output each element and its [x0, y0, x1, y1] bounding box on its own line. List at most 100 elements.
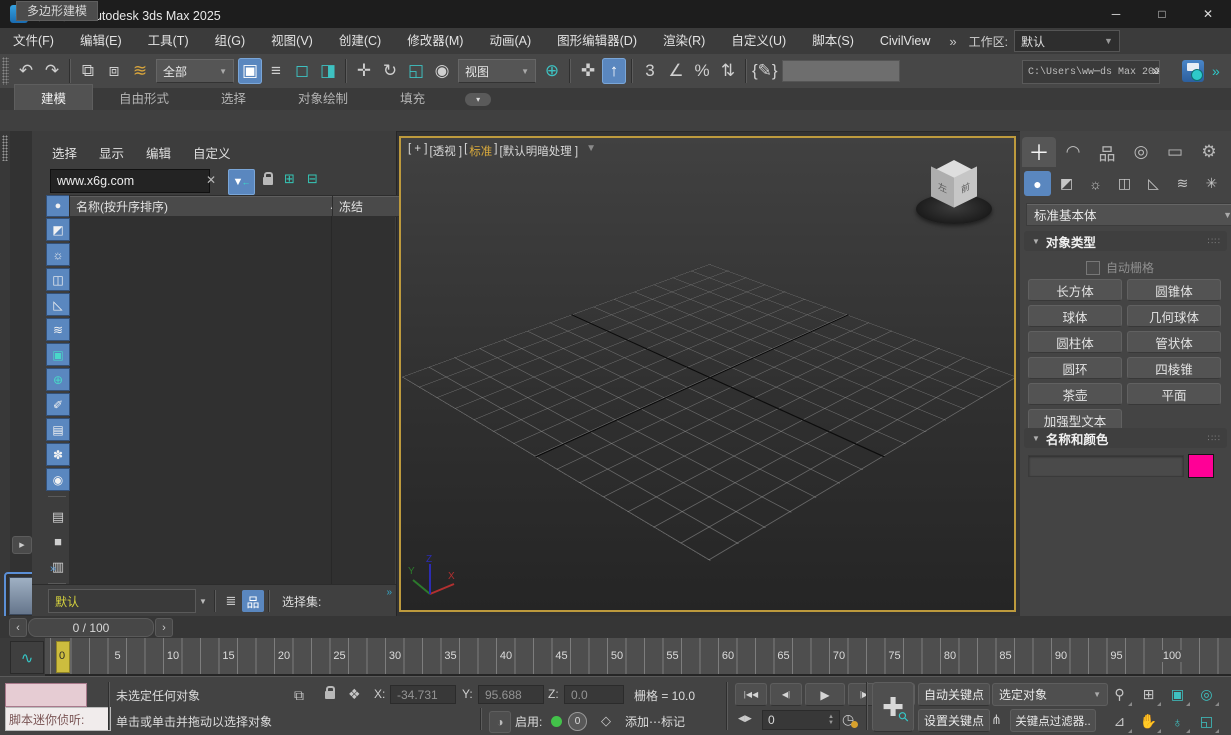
named-selection-field[interactable]: [781, 60, 900, 82]
object-button-圆柱体[interactable]: 圆柱体: [1028, 331, 1122, 353]
ribbon-tab-2[interactable]: 自由形式: [93, 85, 195, 110]
toolbar-overflow-icon[interactable]: »: [1152, 62, 1160, 78]
object-button-平面[interactable]: 平面: [1127, 383, 1221, 405]
adaptive-degradation-icon[interactable]: ◑: [489, 711, 511, 733]
save-file-icon[interactable]: [1182, 60, 1204, 82]
keyboard-override-icon[interactable]: ↑: [602, 58, 626, 84]
fov-icon[interactable]: ⊿: [1106, 709, 1133, 734]
object-button-圆锥体[interactable]: 圆锥体: [1127, 279, 1221, 301]
category-spacewarps[interactable]: ≋: [1169, 171, 1196, 196]
mini-curve-editor-icon[interactable]: ∿: [10, 641, 44, 674]
set-key-button[interactable]: 设置关键点: [918, 709, 990, 732]
frozen-filter-icon[interactable]: ✽: [46, 443, 70, 466]
zero-badge[interactable]: 0: [568, 712, 587, 731]
prev-frame-button[interactable]: ◀|: [770, 683, 802, 706]
active-layer-dropdown[interactable]: 默认: [48, 589, 196, 613]
spinner-snap-icon[interactable]: ⇅: [716, 58, 740, 84]
perspective-viewport[interactable]: [ + ] [透视 ][标准 ] [默认明暗处理 ] ▼ 左 前 X Y Z: [399, 136, 1016, 612]
ribbon-tab-1[interactable]: 建模: [14, 84, 94, 110]
viewport-label-part-6[interactable]: [默认明暗处理 ]: [500, 143, 579, 159]
menu-item-3[interactable]: 工具(T): [135, 29, 202, 54]
column-header-name[interactable]: 名称(按升序排序) ▲: [69, 195, 344, 217]
viewport-label-part-1[interactable]: [ + ]: [408, 143, 428, 159]
tab-create[interactable]: ＋: [1022, 137, 1056, 167]
tree-collapse-icon[interactable]: ⊟: [307, 171, 318, 187]
groups-filter-icon[interactable]: ▣: [46, 343, 70, 366]
menu-item-9[interactable]: 图形编辑器(D): [544, 29, 650, 54]
y-coord-field[interactable]: 95.688: [478, 685, 544, 704]
menu-overflow-icon[interactable]: »: [949, 34, 956, 49]
category-systems[interactable]: ✳: [1198, 171, 1225, 196]
menu-item-1[interactable]: 文件(F): [0, 29, 67, 54]
bones-filter-icon[interactable]: ✐: [46, 393, 70, 416]
edit-named-sets-icon[interactable]: {✎}: [752, 58, 778, 84]
go-start-button[interactable]: |◀◀: [735, 683, 767, 706]
current-frame-field[interactable]: 0 ▲ ▼: [762, 710, 840, 730]
selection-lock-icon[interactable]: [325, 686, 335, 699]
menu-item-8[interactable]: 动画(A): [476, 29, 544, 54]
viewport-layout-expand-button[interactable]: ▶: [12, 536, 32, 554]
zoom-extents-icon[interactable]: ▣: [1164, 682, 1191, 707]
z-coord-field[interactable]: 0.0: [564, 685, 624, 704]
tab-utilities[interactable]: ⚙: [1192, 137, 1226, 167]
select-object-icon[interactable]: ▣: [238, 58, 262, 84]
time-slider-track[interactable]: ‹ 0 / 100 ›: [0, 616, 1231, 639]
lights-filter-icon[interactable]: ☼: [46, 243, 70, 266]
clear-search-icon[interactable]: ✕: [206, 173, 216, 187]
helpers-filter-icon[interactable]: ◺: [46, 293, 70, 316]
cameras-filter-icon[interactable]: ◫: [46, 268, 70, 291]
previous-frame-arrow[interactable]: ‹: [9, 618, 27, 637]
bind-spacewarp-icon[interactable]: ≋: [128, 58, 152, 84]
tab-poly-modeling[interactable]: 多边形建模: [16, 1, 99, 21]
zoom-icon[interactable]: ⚲: [1106, 682, 1133, 707]
filter-icon[interactable]: ▼: [228, 169, 255, 195]
select-move-icon[interactable]: ✛: [352, 58, 376, 84]
blank-swatch-icon[interactable]: ■: [46, 530, 70, 553]
viewport-label-part-2[interactable]: [透视 ]: [430, 143, 463, 159]
undo-icon[interactable]: ↶: [14, 58, 38, 84]
select-scale-icon[interactable]: ◱: [404, 58, 428, 84]
lock-icon[interactable]: [263, 172, 273, 185]
menu-item-11[interactable]: 自定义(U): [718, 29, 799, 54]
category-lights[interactable]: ☼: [1082, 171, 1109, 196]
object-button-圆环[interactable]: 圆环: [1028, 357, 1122, 379]
use-center-icon[interactable]: ⊕: [540, 58, 564, 84]
add-time-tag[interactable]: 添加⋯标记: [625, 713, 685, 730]
pan-icon[interactable]: ✋: [1135, 709, 1162, 734]
menu-item-10[interactable]: 渲染(R): [650, 29, 718, 54]
bottom-bar-overflow-icon[interactable]: »: [386, 587, 391, 598]
explorer-menu-3[interactable]: 编辑: [146, 143, 171, 162]
next-frame-arrow[interactable]: ›: [155, 618, 173, 637]
menu-item-2[interactable]: 编辑(E): [67, 29, 135, 54]
explorer-menu-4[interactable]: 自定义: [193, 143, 231, 162]
orbit-icon[interactable]: ♁: [1164, 709, 1191, 734]
ribbon-more-icon[interactable]: ▾: [465, 93, 492, 106]
zoom-all-icon[interactable]: ⊞: [1135, 682, 1162, 707]
object-button-四棱锥[interactable]: 四棱锥: [1127, 357, 1221, 379]
hierarchy-view-icon[interactable]: 品: [242, 590, 264, 612]
object-color-swatch[interactable]: [1188, 454, 1214, 478]
explorer-menu-2[interactable]: 显示: [99, 143, 124, 162]
hidden-filter-icon[interactable]: ◉: [46, 468, 70, 491]
select-manipulate-icon[interactable]: ✜: [576, 58, 600, 84]
project-path-dropdown[interactable]: C:\Users\ww⋯ds Max 2025 ▾: [1022, 60, 1160, 84]
explorer-search-input[interactable]: [50, 169, 210, 193]
tab-motion[interactable]: ◎: [1124, 137, 1158, 167]
ribbon-tab-3[interactable]: 选择: [195, 85, 272, 110]
spinner-icon[interactable]: ▲ ▼: [828, 714, 834, 726]
autogrid-checkbox[interactable]: 自动栅格: [1086, 259, 1154, 276]
window-crossing-icon[interactable]: ◨: [316, 58, 340, 84]
transform-gizmo-icon[interactable]: ❖: [348, 686, 361, 703]
select-rotate-icon[interactable]: ↻: [378, 58, 402, 84]
column-header-frozen[interactable]: 冻结: [332, 195, 408, 217]
menu-item-5[interactable]: 视图(V): [258, 29, 326, 54]
object-button-长方体[interactable]: 长方体: [1028, 279, 1122, 301]
object-button-几何球体[interactable]: 几何球体: [1127, 305, 1221, 327]
viewport-label-part-5[interactable]: ]: [494, 143, 497, 159]
tab-modify[interactable]: ◠: [1056, 137, 1090, 167]
primitive-category-dropdown[interactable]: 标准基本体 ▼: [1026, 203, 1231, 226]
rollout-name-color[interactable]: ▼ 名称和颜色 ∷∷: [1024, 428, 1227, 448]
isolate-selection-icon[interactable]: ⧉: [294, 687, 304, 704]
scene-object-list[interactable]: [69, 216, 395, 584]
ref-coord-dropdown[interactable]: 视图 ▼: [458, 59, 536, 83]
